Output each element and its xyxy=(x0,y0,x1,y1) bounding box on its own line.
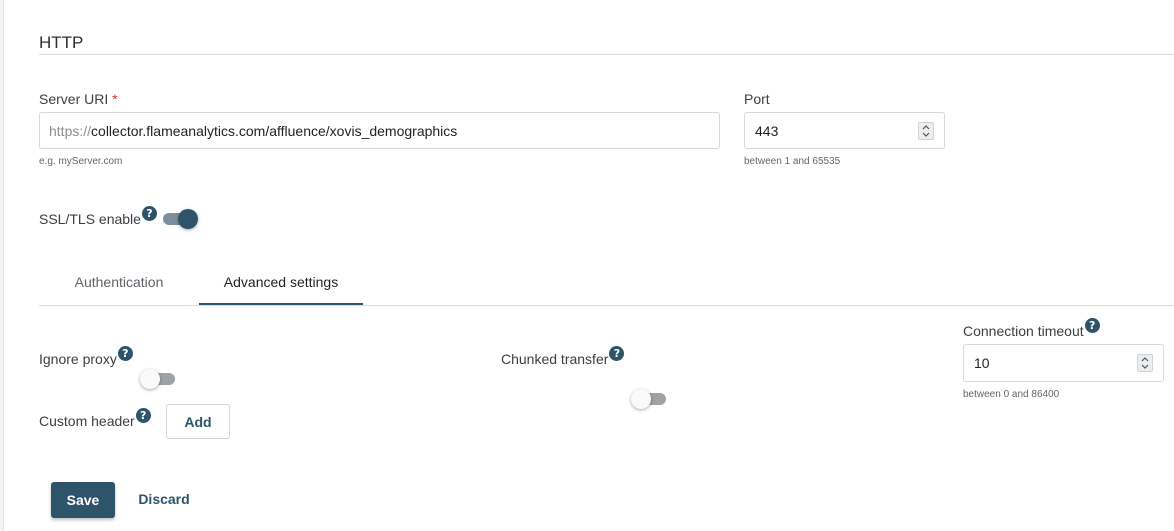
save-button[interactable]: Save xyxy=(51,482,115,518)
custom-header-label-text: Custom header xyxy=(39,413,135,429)
section-divider xyxy=(39,54,1174,55)
port-value: 443 xyxy=(755,122,779,139)
port-hint: between 1 and 65535 xyxy=(744,156,841,167)
chunked-transfer-label: Chunked transfer? xyxy=(501,346,625,367)
connection-timeout-label-text: Connection timeout xyxy=(963,323,1084,339)
server-uri-hint: e.g. myServer.com xyxy=(39,156,123,167)
port-input[interactable]: 443 xyxy=(744,112,945,149)
tab-authentication[interactable]: Authentication xyxy=(39,270,199,314)
section-title: HTTP xyxy=(39,33,84,52)
help-icon[interactable]: ? xyxy=(1084,318,1100,333)
connection-timeout-value: 10 xyxy=(974,355,990,371)
toggle-knob xyxy=(178,209,198,229)
connection-timeout-label: Connection timeout? xyxy=(963,318,1100,339)
chevron-up-icon xyxy=(922,124,930,129)
server-uri-label-text: Server URI xyxy=(39,91,109,107)
help-icon[interactable]: ? xyxy=(609,346,625,361)
connection-timeout-input[interactable]: 10 xyxy=(963,344,1164,382)
help-icon[interactable]: ? xyxy=(117,346,133,361)
required-marker: * xyxy=(112,91,118,107)
tabs-divider xyxy=(39,305,1174,306)
ssl-toggle[interactable] xyxy=(162,208,198,229)
ignore-proxy-label-text: Ignore proxy xyxy=(39,351,117,367)
custom-header-label: Custom header? xyxy=(39,408,151,429)
add-custom-header-button[interactable]: Add xyxy=(166,404,230,439)
help-icon[interactable]: ? xyxy=(135,408,151,423)
toggle-knob xyxy=(140,369,160,389)
chunked-transfer-toggle[interactable] xyxy=(631,388,667,409)
server-uri-value: collector.flameanalytics.com/affluence/x… xyxy=(91,122,458,139)
server-uri-input[interactable]: https://collector.flameanalytics.com/aff… xyxy=(39,112,720,149)
tab-advanced-settings[interactable]: Advanced settings xyxy=(199,270,363,314)
connection-timeout-stepper[interactable] xyxy=(1137,354,1153,372)
server-uri-label: Server URI * xyxy=(39,91,118,107)
help-icon[interactable]: ? xyxy=(141,206,157,221)
ssl-label-text: SSL/TLS enable xyxy=(39,211,141,227)
ignore-proxy-toggle[interactable] xyxy=(140,368,176,389)
left-panel-border xyxy=(0,0,4,531)
port-stepper[interactable] xyxy=(918,121,934,140)
chevron-down-icon xyxy=(1141,364,1149,369)
chevron-up-icon xyxy=(1141,357,1149,362)
toggle-knob xyxy=(631,389,651,409)
port-label: Port xyxy=(744,91,770,107)
connection-timeout-hint: between 0 and 86400 xyxy=(963,389,1060,400)
discard-button[interactable]: Discard xyxy=(130,482,198,516)
chevron-down-icon xyxy=(922,132,930,137)
chunked-transfer-label-text: Chunked transfer xyxy=(501,351,609,367)
ssl-label: SSL/TLS enable? xyxy=(39,206,157,227)
ignore-proxy-label: Ignore proxy? xyxy=(39,346,133,367)
server-uri-prefix: https:// xyxy=(49,122,92,139)
